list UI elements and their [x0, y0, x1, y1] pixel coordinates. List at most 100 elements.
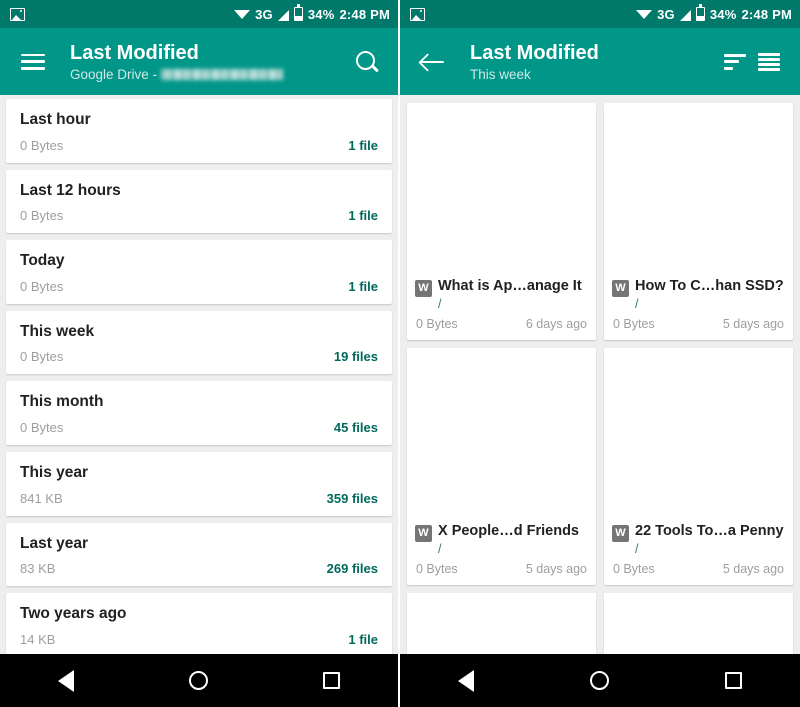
list-item-count: 45 files: [333, 419, 378, 435]
list-item-size: 841 KB: [20, 490, 63, 506]
file-card[interactable]: [407, 593, 596, 654]
clock: 2:48 PM: [741, 6, 792, 22]
list-item-title: Today: [20, 252, 65, 270]
file-size: 0 Bytes: [613, 562, 655, 576]
sort-button[interactable]: [718, 45, 752, 79]
list-item-title: This year: [20, 463, 89, 481]
list-item-title: This week: [20, 322, 95, 340]
signal-bars-icon: [679, 9, 691, 21]
app-bar-titles-left: Last Modified Google Drive -: [70, 42, 350, 82]
battery-icon: [695, 4, 705, 21]
nav-back-icon[interactable]: [458, 669, 474, 692]
status-bar-left: 3G 34% 2:48 PM: [0, 0, 398, 28]
list-item-size: 14 KB: [20, 631, 56, 647]
nav-recents-icon[interactable]: [725, 672, 742, 689]
file-path: /: [438, 296, 442, 311]
page-title: Last Modified: [70, 41, 199, 64]
network-label: 3G: [657, 6, 675, 22]
right-screen: 3G 34% 2:48 PM Last Modified This week W…: [400, 0, 800, 707]
sort-icon: [724, 53, 746, 70]
file-thumbnail: [407, 348, 596, 517]
list-item-count: 359 files: [326, 490, 378, 506]
file-thumbnail: [604, 593, 793, 654]
status-bar-right: 3G 34% 2:48 PM: [400, 0, 800, 28]
list-item-title: Last year: [20, 534, 89, 552]
android-nav-bar-left[interactable]: [0, 654, 398, 707]
list-item-size: 83 KB: [20, 561, 56, 577]
list-item[interactable]: Two years ago 14 KB 1 file: [6, 593, 392, 654]
file-path: /: [438, 541, 442, 556]
list-item-title: Last hour: [20, 111, 91, 128]
word-file-icon: W: [415, 524, 432, 542]
list-item[interactable]: Last year 83 KB 269 files: [6, 522, 392, 587]
file-name: What is Ap…anage It: [438, 277, 582, 294]
clock: 2:48 PM: [339, 6, 390, 22]
word-file-icon: W: [612, 524, 629, 542]
list-item-title: Last 12 hours: [20, 181, 121, 199]
nav-home-icon[interactable]: [188, 671, 208, 690]
dual-screenshot-container: 3G 34% 2:48 PM Last Modified Google Driv…: [0, 0, 800, 707]
list-item[interactable]: Today 0 Bytes 1 file: [6, 240, 392, 304]
hamburger-menu-button[interactable]: [16, 45, 50, 79]
file-size: 0 Bytes: [613, 317, 655, 331]
list-item-count: 1 file: [348, 208, 378, 224]
back-arrow-icon: [421, 52, 445, 72]
back-button[interactable]: [416, 45, 450, 79]
file-card[interactable]: W How To C…han SSD? / 0 Bytes 5 days ago: [604, 103, 793, 340]
time-bucket-list[interactable]: Last hour 0 Bytes 1 file Last 12 hours 0…: [0, 95, 398, 654]
list-item-count: 1 file: [348, 278, 378, 294]
list-item[interactable]: This year 841 KB 359 files: [6, 451, 392, 516]
wifi-icon: [636, 10, 653, 19]
file-name: How To C…han SSD?: [635, 277, 784, 294]
list-view-icon: [758, 52, 780, 71]
list-item-count: 1 file: [348, 631, 378, 647]
file-size: 0 Bytes: [416, 317, 458, 331]
account-email-redacted: [161, 68, 284, 80]
file-thumbnail: [604, 103, 793, 272]
file-path: /: [635, 541, 639, 556]
list-item[interactable]: Last hour 0 Bytes 1 file: [6, 99, 392, 163]
file-card[interactable]: W What is Ap…anage It / 0 Bytes 6 days a…: [407, 103, 596, 340]
list-item-count: 19 files: [333, 349, 378, 365]
list-item-size: 0 Bytes: [20, 137, 64, 153]
nav-back-icon[interactable]: [57, 669, 74, 692]
file-card[interactable]: W X People…d Friends / 0 Bytes 5 days ag…: [407, 348, 596, 585]
app-bar-right: Last Modified This week: [400, 28, 800, 95]
network-label: 3G: [255, 6, 273, 22]
signal-bars-icon: [277, 9, 289, 21]
file-card[interactable]: [604, 593, 793, 654]
file-modified: 5 days ago: [722, 317, 784, 331]
android-nav-bar-right[interactable]: [400, 654, 800, 707]
list-item-size: 0 Bytes: [20, 208, 64, 224]
account-subtitle-prefix: Google Drive -: [70, 66, 158, 82]
app-bar-titles-right: Last Modified This week: [470, 42, 718, 82]
file-path: /: [635, 296, 639, 311]
list-item-size: 0 Bytes: [20, 349, 64, 365]
page-subtitle: This week: [470, 66, 531, 82]
list-item[interactable]: This week 0 Bytes 19 files: [6, 310, 392, 375]
list-item-size: 0 Bytes: [20, 419, 64, 435]
list-item[interactable]: Last 12 hours 0 Bytes 1 file: [6, 169, 392, 234]
file-modified: 5 days ago: [722, 562, 784, 576]
file-thumbnail: [604, 348, 793, 517]
file-modified: 6 days ago: [525, 317, 587, 331]
list-item[interactable]: This month 0 Bytes 45 files: [6, 381, 392, 445]
search-icon: [356, 50, 378, 73]
file-grid[interactable]: W What is Ap…anage It / 0 Bytes 6 days a…: [400, 95, 800, 654]
list-item-count: 269 files: [326, 561, 378, 577]
list-item-title: Two years ago: [20, 605, 127, 623]
photo-notification-icon: [410, 7, 425, 21]
word-file-icon: W: [415, 279, 432, 297]
nav-home-icon[interactable]: [590, 671, 609, 690]
account-subtitle: Google Drive -: [70, 67, 350, 82]
page-title: Last Modified: [470, 41, 599, 64]
file-size: 0 Bytes: [416, 562, 458, 576]
list-item-title: This month: [20, 393, 104, 411]
left-screen: 3G 34% 2:48 PM Last Modified Google Driv…: [0, 0, 400, 707]
file-card[interactable]: W 22 Tools To…a Penny / 0 Bytes 5 days a…: [604, 348, 793, 585]
view-mode-button[interactable]: [752, 45, 786, 79]
wifi-icon: [234, 10, 251, 19]
nav-recents-icon[interactable]: [323, 672, 341, 689]
photo-notification-icon: [10, 7, 25, 21]
search-button[interactable]: [350, 45, 384, 79]
